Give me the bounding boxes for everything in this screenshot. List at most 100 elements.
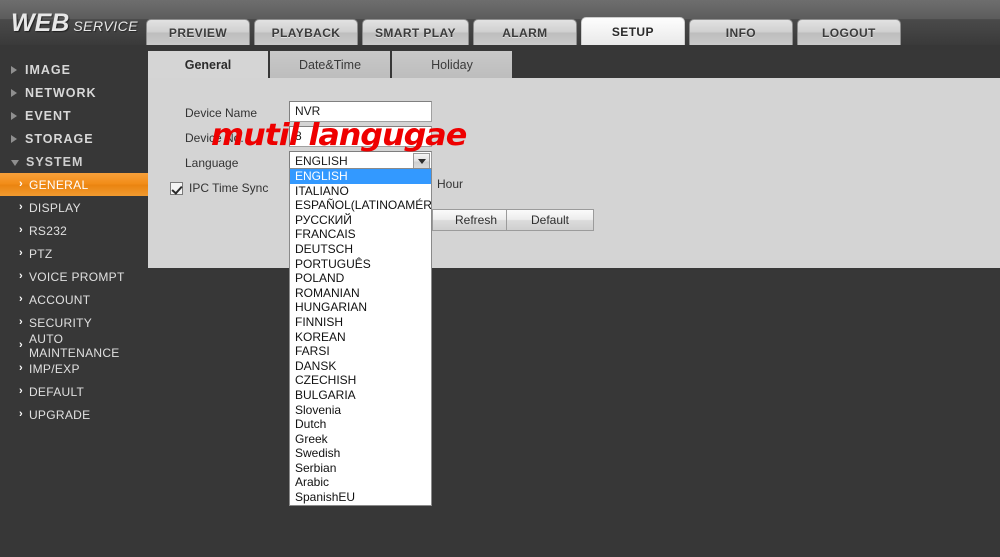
language-select-value: ENGLISH [295,154,348,168]
app-logo: WEB SERVICE [11,9,138,38]
language-option[interactable]: HUNGARIAN [290,300,431,315]
main-nav-tabs: PREVIEW PLAYBACK SMART PLAY ALARM SETUP INFO L… [146,17,901,45]
logo-web-text: WEB [11,9,70,37]
nav-tab-logout[interactable]: LOGOUT [796,19,901,45]
ipc-time-sync-checkbox[interactable] [170,181,183,195]
sidebar-item-display[interactable]: › DISPLAY [0,196,148,219]
chevron-right-icon: › [19,362,23,374]
nav-tab-playback[interactable]: PLAYBACK [254,19,358,45]
language-option[interactable]: FARSI [290,344,431,359]
sidebar-item-general[interactable]: › GENERAL [0,173,148,196]
triangle-right-icon [11,65,17,74]
chevron-right-icon: › [19,408,23,420]
triangle-right-icon [11,111,17,120]
sidebar: IMAGE NETWORK EVENT STORAGE SYSTEM › GENERAL › D… [0,45,148,557]
language-option[interactable]: BULGARIA [290,388,431,403]
sidebar-item-default[interactable]: › DEFAULT [0,380,148,403]
chevron-right-icon: › [19,293,23,305]
device-no-row: Device No. [185,127,244,149]
sidebar-group-image[interactable]: IMAGE [0,58,148,81]
language-option[interactable]: Greek [290,432,431,447]
sidebar-item-account[interactable]: › ACCOUNT [0,288,148,311]
language-option[interactable]: ITALIANO [290,184,431,199]
nav-tab-setup[interactable]: SETUP [580,17,685,45]
sidebar-item-label: GENERAL [28,177,89,192]
sidebar-item-label: UPGRADE [28,407,91,422]
triangle-right-icon [11,88,17,97]
sidebar-item-label: SECURITY [28,315,93,330]
nav-tab-preview[interactable]: PREVIEW [146,19,250,45]
language-option[interactable]: Serbian [290,461,431,476]
chevron-right-icon: › [19,385,23,397]
chevron-right-icon: › [19,178,23,190]
ipc-time-sync-label: IPC Time Sync [189,181,269,195]
sidebar-group-storage[interactable]: STORAGE [0,127,148,150]
language-dropdown-list[interactable]: ENGLISHITALIANOESPAÑOL(LATINOAMÉRICA)РУС… [289,168,432,506]
language-option[interactable]: DEUTSCH [290,242,431,257]
sidebar-item-label: RS232 [28,223,68,238]
device-name-input[interactable]: NVR [289,101,432,122]
nav-tab-alarm[interactable]: ALARM [472,19,577,45]
content-tab-date-time[interactable]: Date&Time [270,51,392,78]
content-tab-general[interactable]: General [148,51,270,78]
sidebar-item-label: AUTO MAINTENANCE [28,331,120,360]
sidebar-group-label: IMAGE [25,62,71,77]
sidebar-item-auto-maintenance[interactable]: › AUTO MAINTENANCE [0,331,148,360]
content-tab-holiday[interactable]: Holiday [392,51,514,78]
language-option[interactable]: SpanishEU [290,490,431,505]
language-option[interactable]: DANSK [290,359,431,374]
device-name-row: Device Name [185,102,257,124]
sidebar-group-system[interactable]: SYSTEM [0,150,148,173]
logo-service-text: SERVICE [73,18,139,34]
sidebar-item-label: DISPLAY [28,200,81,215]
sidebar-group-label: EVENT [25,108,72,123]
device-no-input[interactable]: 8 [289,126,432,147]
chevron-right-icon: › [19,224,23,236]
nav-tab-smart-play[interactable]: SMART PLAY [362,19,469,45]
language-option[interactable]: ESPAÑOL(LATINOAMÉRICA) [290,198,431,213]
language-option[interactable]: CZECHISH [290,373,431,388]
language-option[interactable]: ENGLISH [290,169,431,184]
sidebar-item-label: ACCOUNT [28,292,91,307]
triangle-right-icon [11,134,17,143]
sidebar-item-voice-prompt[interactable]: › VOICE PROMPT [0,265,148,288]
sidebar-group-label: SYSTEM [26,154,84,169]
app-header: WEB SERVICE PREVIEW PLAYBACK SMART PLAY ALAR… [0,0,1000,45]
sidebar-group-label: NETWORK [25,85,97,100]
language-option[interactable]: Dutch [290,417,431,432]
sidebar-group-event[interactable]: EVENT [0,104,148,127]
language-option[interactable]: KOREAN [290,330,431,345]
sidebar-item-upgrade[interactable]: › UPGRADE [0,403,148,426]
sidebar-item-label: IMP/EXP [28,361,80,376]
sidebar-item-imp-exp[interactable]: › IMP/EXP [0,357,148,380]
sidebar-group-network[interactable]: NETWORK [0,81,148,104]
language-option[interactable]: Swedish [290,446,431,461]
language-option[interactable]: Arabic [290,475,431,490]
sidebar-item-ptz[interactable]: › PTZ [0,242,148,265]
default-button[interactable]: Default [506,209,594,231]
language-option[interactable]: PORTUGUÊS [290,257,431,272]
settings-panel: Device Name NVR Device No. 8 Language EN… [148,78,1000,268]
triangle-down-icon [11,159,19,166]
language-option[interactable]: FINNISH [290,315,431,330]
language-option[interactable]: ROMANIAN [290,286,431,301]
language-option[interactable]: Slovenia [290,403,431,418]
language-option[interactable]: РУССКИЙ [290,213,431,228]
sidebar-item-rs232[interactable]: › RS232 [0,219,148,242]
nav-tab-info[interactable]: INFO [688,19,793,45]
chevron-right-icon: › [19,270,23,282]
chevron-right-icon: › [19,247,23,259]
ipc-time-sync-row: IPC Time Sync [170,177,268,199]
language-option[interactable]: POLAND [290,271,431,286]
device-name-label: Device Name [185,106,258,120]
language-label: Language [185,156,239,170]
chevron-right-icon: › [19,339,23,351]
chevron-right-icon: › [19,316,23,328]
chevron-right-icon: › [19,201,23,213]
device-no-label: Device No. [185,131,244,145]
hour-label: Hour [437,177,464,191]
sidebar-item-label: PTZ [28,246,53,261]
sidebar-item-label: DEFAULT [28,384,85,399]
sidebar-item-label: VOICE PROMPT [28,269,125,284]
language-option[interactable]: FRANCAIS [290,227,431,242]
